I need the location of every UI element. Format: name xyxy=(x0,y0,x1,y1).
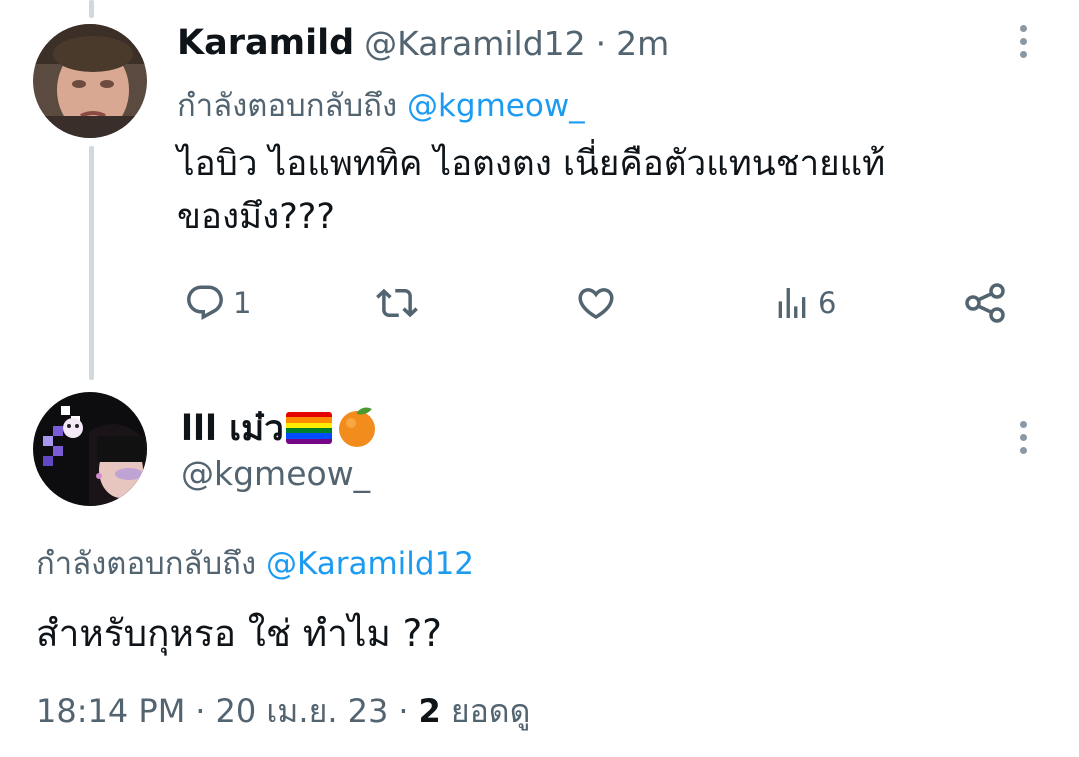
views-icon xyxy=(778,288,806,318)
replying-to: กำลังตอบกลับถึง @Karamild12 xyxy=(36,538,474,588)
tweet-header: lll เม๋ว xyxy=(181,404,378,452)
tweet-text-line: ไอบิว ไอแพททิค ไอตงตง เนี่ยคือตัวแทนชายแ… xyxy=(177,144,886,184)
thread-line-top xyxy=(89,0,94,18)
retweet-icon xyxy=(376,288,418,318)
orange-emoji xyxy=(336,404,378,452)
avatar-image xyxy=(33,24,147,138)
thread-line xyxy=(89,146,94,380)
like-button[interactable] xyxy=(574,282,624,324)
rainbow-flag-emoji xyxy=(285,412,332,444)
views-number: 2 xyxy=(418,692,441,730)
meta-separator: · xyxy=(195,692,206,730)
reply-button[interactable]: 1 xyxy=(183,282,251,324)
handle[interactable]: @kgmeow_ xyxy=(181,454,370,493)
share-button[interactable] xyxy=(964,282,1008,324)
views-button[interactable]: 6 xyxy=(772,282,836,324)
tweet-meta: 18:14 PM · 20 เม.ย. 23 · 2 ยอดดู xyxy=(36,686,530,737)
replying-to-link[interactable]: @Karamild12 xyxy=(266,546,474,582)
separator: · xyxy=(595,23,607,63)
views-count: 6 xyxy=(818,286,837,320)
retweet-button[interactable] xyxy=(374,282,426,324)
avatar-image xyxy=(33,392,147,506)
avatar-kgmeow[interactable] xyxy=(33,392,147,506)
views-label: ยอดดู xyxy=(450,692,531,730)
reply-icon xyxy=(187,285,223,320)
share-icon xyxy=(965,283,1005,323)
avatar-karamild[interactable] xyxy=(33,24,147,138)
replying-prefix: กำลังตอบกลับถึง xyxy=(36,546,257,582)
tweet-text: สำหรับกุหรอ ใช่ ทำไม ?? xyxy=(36,612,442,655)
tweet-date[interactable]: 20 เม.ย. 23 xyxy=(215,686,388,737)
display-name[interactable]: Karamild xyxy=(177,23,354,63)
replying-to: กำลังตอบกลับถึง @kgmeow_ xyxy=(177,80,585,130)
timestamp[interactable]: 2m xyxy=(616,24,669,63)
replying-prefix: กำลังตอบกลับถึง xyxy=(177,88,398,124)
display-name[interactable]: lll เม๋ว xyxy=(181,401,284,456)
heart-icon xyxy=(578,288,614,320)
tweet-text-line: ของมึง??? xyxy=(177,197,335,237)
tweet-header: Karamild @Karamild12 · 2m xyxy=(177,21,669,65)
handle[interactable]: @Karamild12 xyxy=(364,24,586,63)
replying-to-link[interactable]: @kgmeow_ xyxy=(407,88,585,124)
meta-separator: · xyxy=(398,692,409,730)
more-options-icon[interactable] xyxy=(1016,25,1030,58)
tweet-text: ไอบิว ไอแพททิค ไอตงตง เนี่ยคือตัวแทนชายแ… xyxy=(177,138,885,244)
more-options-icon[interactable] xyxy=(1016,421,1030,454)
tweet-time[interactable]: 18:14 PM xyxy=(36,692,185,730)
reply-count: 1 xyxy=(233,286,252,320)
